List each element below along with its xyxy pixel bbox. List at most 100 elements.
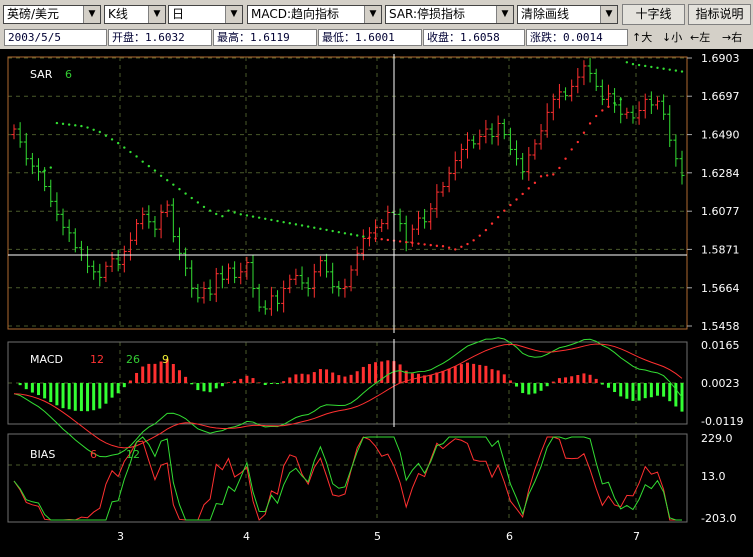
sar-dot xyxy=(172,183,174,185)
sar-dot xyxy=(564,158,566,160)
close-readout: 收盘：1.6058 xyxy=(423,29,525,46)
sar-dot xyxy=(577,141,579,143)
sar-dot xyxy=(632,63,634,65)
sar-value: SAR:停损指标 xyxy=(389,7,465,21)
chart-type-value: K线 xyxy=(108,7,128,21)
price-y-tick-label: 1.5458 xyxy=(701,320,740,333)
macd-param-fast: 12 xyxy=(90,353,104,366)
chevron-down-icon[interactable]: ▼ xyxy=(364,6,381,23)
sar-dot xyxy=(436,245,438,247)
sar-dot xyxy=(368,236,370,238)
sar-dot xyxy=(123,146,125,148)
macd-select[interactable]: MACD:趋向指标 ▼ xyxy=(247,5,382,24)
pair-select[interactable]: 英磅/美元 ▼ xyxy=(3,5,101,24)
bias-label: BIAS xyxy=(30,448,55,461)
macd-param-signal: 9 xyxy=(162,353,169,366)
sar-dot xyxy=(221,215,223,217)
sar-label: SAR xyxy=(30,68,53,81)
sar-dot xyxy=(289,222,291,224)
sar-dot xyxy=(362,235,364,237)
sar-dot xyxy=(62,123,64,125)
zoom-in-button[interactable]: ↑大 xyxy=(632,29,652,46)
sar-dot xyxy=(295,223,297,225)
chart-type-select[interactable]: K线 ▼ xyxy=(104,5,166,24)
sar-dot xyxy=(203,206,205,208)
sar-dot xyxy=(313,227,315,229)
sar-dot xyxy=(448,247,450,249)
macd-value: MACD:趋向指标 xyxy=(251,7,339,21)
sar-dot xyxy=(197,201,199,203)
sar-param: 6 xyxy=(65,68,72,81)
sar-dot xyxy=(607,106,609,108)
chart-area[interactable]: SAR 6 MACD 12 26 9 BIAS 6 12 1.69031.669… xyxy=(0,49,753,557)
crosshair-button[interactable]: 十字线 xyxy=(622,4,685,25)
sar-dot xyxy=(521,193,523,195)
sar-dot xyxy=(135,155,137,157)
open-readout: 开盘：1.6032 xyxy=(108,29,212,46)
macd-label: MACD xyxy=(30,353,63,366)
sar-dot xyxy=(209,209,211,211)
sar-dot xyxy=(264,218,266,220)
sar-dot xyxy=(381,238,383,240)
sar-dot xyxy=(325,229,327,231)
sar-dot xyxy=(540,175,542,177)
sar-dot xyxy=(80,125,82,127)
sar-dot xyxy=(227,209,229,211)
sar-dot xyxy=(129,151,131,153)
sar-select[interactable]: SAR:停损指标 ▼ xyxy=(385,5,514,24)
sar-dot xyxy=(491,222,493,224)
chevron-down-icon[interactable]: ▼ xyxy=(225,6,242,23)
sar-dot xyxy=(356,234,358,236)
sar-dot xyxy=(282,221,284,223)
zoom-out-button[interactable]: ↓小 xyxy=(662,29,682,46)
sar-dot xyxy=(650,66,652,68)
sar-dot xyxy=(503,209,505,211)
sar-dot xyxy=(240,213,242,215)
bias-param-short: 6 xyxy=(90,448,97,461)
bias-y-tick-label: 13.0 xyxy=(701,470,726,483)
sar-dot xyxy=(644,65,646,67)
sar-dot xyxy=(154,169,156,171)
indicator-help-button[interactable]: 指标说明 xyxy=(688,4,751,25)
x-tick-label: 6 xyxy=(506,530,513,543)
macd-y-tick-label: -0.0119 xyxy=(701,415,743,428)
sar-dot xyxy=(442,245,444,247)
sar-dot xyxy=(423,243,425,245)
sar-dot xyxy=(454,248,456,250)
sar-dot xyxy=(191,197,193,199)
sar-dot xyxy=(620,98,622,100)
high-readout: 最高：1.6119 xyxy=(213,29,317,46)
sar-dot xyxy=(92,129,94,131)
clear-lines-select[interactable]: 清除画线 ▼ xyxy=(517,5,618,24)
sar-dot xyxy=(141,160,143,162)
pan-right-button[interactable]: →右 xyxy=(722,29,742,46)
sar-dot xyxy=(148,165,150,167)
chevron-down-icon[interactable]: ▼ xyxy=(600,6,617,23)
price-y-tick-label: 1.6697 xyxy=(701,90,740,103)
sar-dot xyxy=(515,198,517,200)
sar-dot xyxy=(552,173,554,175)
sar-dot xyxy=(307,225,309,227)
sar-dot xyxy=(570,148,572,150)
bias-param-long: 12 xyxy=(126,448,140,461)
sar-dot xyxy=(479,234,481,236)
macd-y-tick-label: 0.0023 xyxy=(701,377,740,390)
sar-dot xyxy=(160,175,162,177)
sar-dot xyxy=(184,192,186,194)
chevron-down-icon[interactable]: ▼ xyxy=(496,6,513,23)
sar-dot xyxy=(485,229,487,231)
chevron-down-icon[interactable]: ▼ xyxy=(148,6,165,23)
pan-left-button[interactable]: ←左 xyxy=(690,29,710,46)
sar-dot xyxy=(301,224,303,226)
sar-dot xyxy=(50,166,52,168)
sar-dot xyxy=(528,187,530,189)
chevron-down-icon[interactable]: ▼ xyxy=(83,6,100,23)
x-tick-label: 5 xyxy=(374,530,381,543)
period-value: 日 xyxy=(172,7,184,21)
sar-dot xyxy=(111,138,113,140)
sar-dot xyxy=(86,126,88,128)
macd-y-tick-label: 0.0165 xyxy=(701,339,740,352)
sar-dot xyxy=(166,179,168,181)
period-select[interactable]: 日 ▼ xyxy=(168,5,243,24)
x-tick-label: 7 xyxy=(633,530,640,543)
